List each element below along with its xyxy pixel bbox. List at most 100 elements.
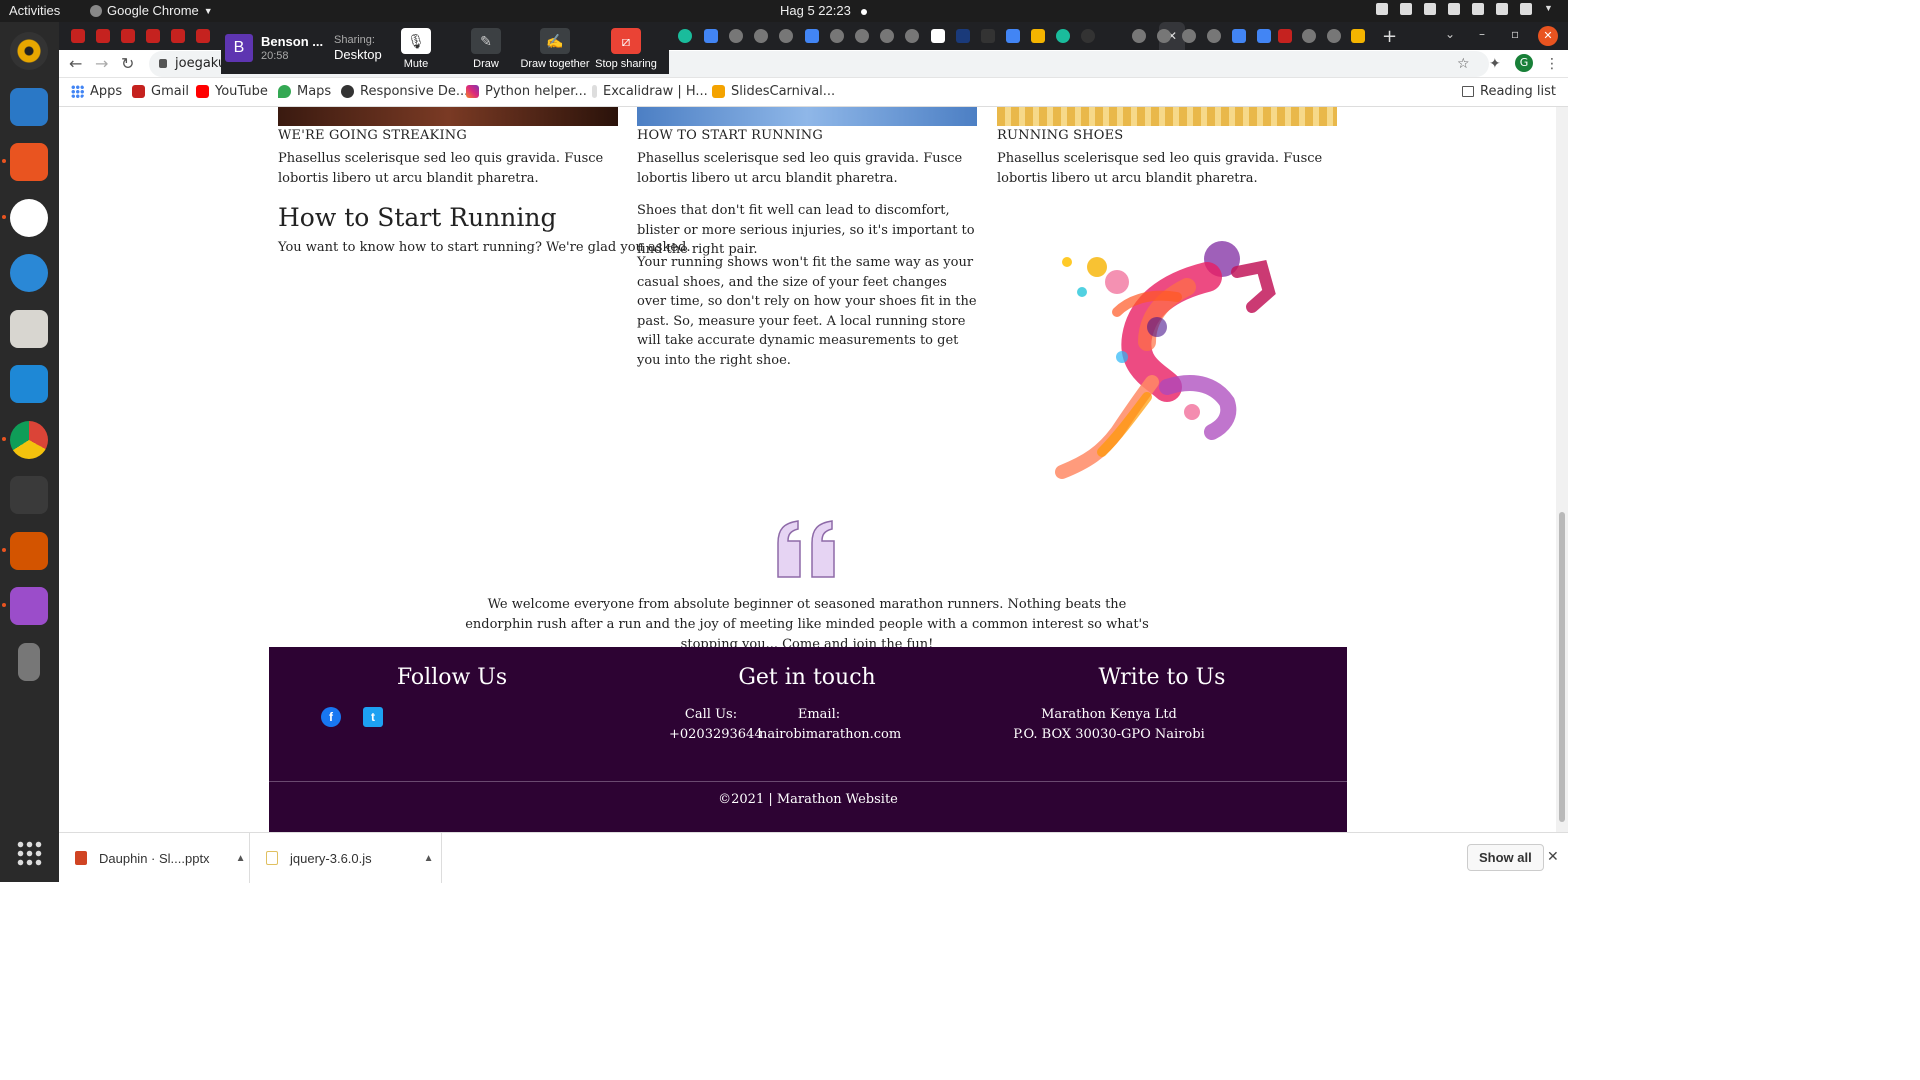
- tab-icon[interactable]: [1207, 29, 1221, 43]
- article-card[interactable]: RUNNING SHOES Phasellus scelerisque sed …: [997, 107, 1337, 189]
- gmail-tab-icon[interactable]: [121, 29, 135, 43]
- extensions-tab-icon[interactable]: [1257, 29, 1271, 43]
- activities-button[interactable]: Activities: [9, 3, 60, 18]
- volume-icon[interactable]: [1472, 3, 1484, 15]
- bookmark-maps[interactable]: Maps: [278, 84, 331, 99]
- download-item[interactable]: jquery-3.6.0.js ▲: [250, 833, 442, 883]
- twitter-icon[interactable]: t: [363, 707, 383, 727]
- bookmark-apps[interactable]: Apps: [71, 84, 122, 99]
- tab-icon[interactable]: [704, 29, 718, 43]
- tab-icon[interactable]: [1056, 29, 1070, 43]
- terminal-icon[interactable]: [10, 476, 48, 514]
- gmail-tab-icon[interactable]: [71, 29, 85, 43]
- bookmark-python[interactable]: Python helper...: [466, 84, 587, 99]
- usb-drive-icon[interactable]: [18, 643, 40, 681]
- tab-icon[interactable]: [905, 29, 919, 43]
- runner-illustration: [1055, 241, 1276, 479]
- bookmark-slidescarnival[interactable]: SlidesCarnival...: [712, 84, 835, 99]
- tab-icon[interactable]: [855, 29, 869, 43]
- draw-button[interactable]: ✎ Draw: [465, 28, 507, 70]
- tab-icon[interactable]: [1081, 29, 1095, 43]
- tab-icon[interactable]: [1031, 29, 1045, 43]
- tab-icon[interactable]: [1327, 29, 1341, 43]
- gmail-tab-icon[interactable]: [146, 29, 160, 43]
- tab-icon[interactable]: [981, 29, 995, 43]
- tab-icon[interactable]: [779, 29, 793, 43]
- tab-icon[interactable]: [830, 29, 844, 43]
- reload-icon[interactable]: ↻: [121, 54, 134, 73]
- help-icon[interactable]: [10, 254, 48, 292]
- wikipedia-tab-icon[interactable]: [931, 29, 945, 43]
- article-card[interactable]: HOW TO START RUNNING Phasellus scelerisq…: [637, 107, 977, 189]
- gmail-tab-icon[interactable]: [171, 29, 185, 43]
- forward-icon[interactable]: →: [95, 54, 108, 73]
- rhythmbox-icon[interactable]: [10, 32, 48, 70]
- system-tray[interactable]: ▼: [1376, 3, 1556, 15]
- bluetooth-icon[interactable]: [1448, 3, 1460, 15]
- tab-icon[interactable]: [1278, 29, 1292, 43]
- chrome-icon[interactable]: [2, 421, 48, 459]
- tab-icon[interactable]: [956, 29, 970, 43]
- back-icon[interactable]: ←: [69, 54, 82, 73]
- tab-icon[interactable]: [1182, 29, 1196, 43]
- bookmark-responsive[interactable]: Responsive De...: [341, 84, 468, 99]
- microphone-icon[interactable]: [1496, 3, 1508, 15]
- show-applications-icon[interactable]: [16, 840, 42, 866]
- minimize-icon[interactable]: –: [1479, 27, 1485, 41]
- docs-tab-icon[interactable]: [1006, 29, 1020, 43]
- draw-together-button[interactable]: ✍ Draw together: [519, 28, 591, 70]
- bookmark-excalidraw[interactable]: Excalidraw | H...: [592, 84, 708, 99]
- reading-list-button[interactable]: Reading list: [1462, 84, 1556, 99]
- chevron-up-icon[interactable]: ▲: [424, 853, 434, 864]
- scrollbar-thumb[interactable]: [1559, 512, 1565, 822]
- email-address[interactable]: nairobimarathon.com: [759, 725, 901, 745]
- libreoffice-impress-icon[interactable]: [2, 532, 48, 570]
- menu-kebab-icon[interactable]: ⋮: [1545, 56, 1559, 72]
- libreoffice-writer-icon[interactable]: [10, 88, 48, 126]
- bookmark-gmail[interactable]: Gmail: [132, 84, 189, 99]
- tab-icon[interactable]: [1132, 29, 1146, 43]
- bookmark-star-icon[interactable]: ☆: [1457, 56, 1470, 72]
- wifi-icon[interactable]: [1424, 3, 1436, 15]
- battery-icon[interactable]: [1520, 3, 1532, 15]
- slides-tab-icon[interactable]: [1351, 29, 1365, 43]
- tab-icon[interactable]: [1302, 29, 1316, 43]
- article-card[interactable]: WE'RE GOING STREAKING Phasellus sceleris…: [278, 107, 618, 189]
- gmail-tab-icon[interactable]: [196, 29, 210, 43]
- tab-icon[interactable]: [729, 29, 743, 43]
- phone-number[interactable]: +0203293644: [669, 725, 763, 745]
- tab-search-icon[interactable]: ⌄: [1445, 27, 1455, 41]
- chevron-up-icon[interactable]: ▲: [236, 853, 246, 864]
- restore-icon[interactable]: ▫: [1511, 27, 1519, 41]
- software-center-icon[interactable]: [2, 143, 48, 181]
- tab-icon[interactable]: [1232, 29, 1246, 43]
- tab-icon[interactable]: [805, 29, 819, 43]
- files-icon[interactable]: [10, 310, 48, 348]
- page-scrollbar[interactable]: [1556, 107, 1568, 832]
- profile-avatar[interactable]: G: [1515, 54, 1533, 72]
- show-all-button[interactable]: Show all: [1467, 844, 1544, 871]
- tab-icon[interactable]: [1157, 29, 1171, 43]
- download-item[interactable]: Dauphin · Sl....pptx ▲: [59, 833, 250, 883]
- close-icon[interactable]: ✕: [1547, 848, 1559, 865]
- slack-tray-icon[interactable]: [1376, 3, 1388, 15]
- article-title: WE'RE GOING STREAKING: [278, 128, 467, 143]
- clock[interactable]: Hag 5 22:23: [780, 3, 867, 18]
- slack-icon[interactable]: [2, 199, 48, 237]
- gmail-tab-icon[interactable]: [96, 29, 110, 43]
- app-menu[interactable]: Google Chrome ▼: [90, 3, 213, 18]
- tab-icon[interactable]: [678, 29, 692, 43]
- vscode-icon[interactable]: [10, 365, 48, 403]
- new-tab-button[interactable]: +: [1382, 26, 1397, 47]
- close-window-button[interactable]: ✕: [1538, 26, 1558, 46]
- stop-sharing-button[interactable]: ⧄ Stop sharing: [595, 28, 657, 70]
- facebook-icon[interactable]: f: [321, 707, 341, 727]
- bookmark-youtube[interactable]: YouTube: [196, 84, 268, 99]
- tab-icon[interactable]: [754, 29, 768, 43]
- video-player-icon[interactable]: [2, 587, 48, 625]
- tab-icon[interactable]: [880, 29, 894, 43]
- teamviewer-tray-icon[interactable]: [1400, 3, 1412, 15]
- chevron-down-icon[interactable]: ▼: [1544, 3, 1556, 15]
- mute-button[interactable]: 🎙 Mute: [396, 28, 436, 70]
- extensions-icon[interactable]: ✦: [1489, 56, 1501, 72]
